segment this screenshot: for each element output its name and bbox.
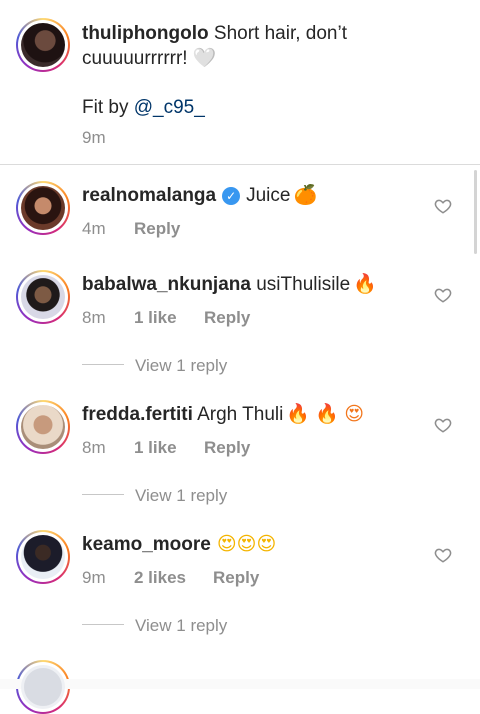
comment-username[interactable]: realnomalanga: [82, 185, 216, 206]
reply-button[interactable]: Reply: [204, 308, 250, 328]
comment-avatar[interactable]: [16, 530, 70, 584]
comment-emoji: 🔥: [353, 274, 377, 295]
comment-time: 8m: [82, 308, 106, 327]
view-replies-line: [82, 364, 124, 365]
avatar-image: [21, 665, 65, 709]
comment-avatar[interactable]: [16, 660, 70, 714]
comment-time: 9m: [82, 568, 106, 587]
verified-badge-icon: ✓: [222, 187, 241, 205]
avatar-image: [21, 23, 65, 67]
caption-text-1: Short hair, don’t: [213, 23, 347, 44]
view-replies-line: [82, 624, 124, 625]
comment-text: Argh Thuli: [197, 404, 284, 425]
likes-count[interactable]: 1 like: [134, 308, 177, 328]
view-replies-button[interactable]: View 1 reply: [135, 616, 227, 636]
comment-line: realnomalanga ✓ Juice 🍊: [82, 184, 317, 208]
post-caption: thuliphongolo Short hair, don’t cuuuuurr…: [0, 0, 480, 164]
view-replies-line: [82, 494, 124, 495]
avatar-image: [21, 275, 65, 319]
heart-outline-icon[interactable]: [434, 416, 452, 434]
view-replies-button[interactable]: View 1 reply: [135, 486, 227, 506]
comment-text: usiThulisile: [256, 274, 351, 295]
likes-count[interactable]: 1 like: [134, 438, 177, 458]
caption-mention-link[interactable]: @_c95_: [134, 97, 205, 118]
caption-username[interactable]: thuliphongolo: [82, 23, 209, 44]
avatar-image: [21, 535, 65, 579]
caption-line-3: Fit by @_c95_: [82, 96, 205, 120]
caption-text-2: cuuuuurrrrrr! 🤍: [82, 48, 217, 69]
comment-line: keamo_moore 😍😍😍: [82, 533, 276, 557]
caption-fit-label: Fit by: [82, 97, 129, 118]
heart-outline-icon[interactable]: [434, 546, 452, 564]
caption-line-1: thuliphongolo Short hair, don’t: [82, 22, 347, 46]
heart-outline-icon[interactable]: [434, 197, 452, 215]
comment-avatar[interactable]: [16, 181, 70, 235]
comment-time: 4m: [82, 219, 106, 238]
comment-username[interactable]: keamo_moore: [82, 534, 211, 555]
scrollbar[interactable]: [474, 170, 477, 254]
likes-count[interactable]: 2 likes: [134, 568, 186, 588]
comment-username[interactable]: fredda.fertiti: [82, 404, 193, 425]
comment-username[interactable]: babalwa_nkunjana: [82, 274, 251, 295]
avatar-image: [21, 405, 65, 449]
comment-time: 8m: [82, 438, 106, 457]
reply-button[interactable]: Reply: [204, 438, 250, 458]
reply-button[interactable]: Reply: [134, 219, 180, 239]
avatar-image: [21, 186, 65, 230]
caption-time: 9m: [82, 128, 106, 147]
comment-emoji: 😍😍😍: [216, 534, 277, 555]
caption-divider: [0, 164, 480, 165]
comment-line: babalwa_nkunjana usiThulisile 🔥: [82, 273, 377, 297]
comment-emoji: 🔥 🔥 😍: [286, 404, 365, 425]
reply-button[interactable]: Reply: [213, 568, 259, 588]
view-replies-button[interactable]: View 1 reply: [135, 356, 227, 376]
comment-line: fredda.fertiti Argh Thuli 🔥 🔥 😍: [82, 403, 364, 427]
caption-avatar[interactable]: [16, 18, 70, 72]
bottom-edge: [0, 679, 480, 689]
comment-emoji: 🍊: [293, 185, 318, 206]
heart-outline-icon[interactable]: [434, 286, 452, 304]
comment-avatar[interactable]: [16, 400, 70, 454]
comment-text: Juice: [246, 185, 291, 206]
comment-avatar[interactable]: [16, 270, 70, 324]
